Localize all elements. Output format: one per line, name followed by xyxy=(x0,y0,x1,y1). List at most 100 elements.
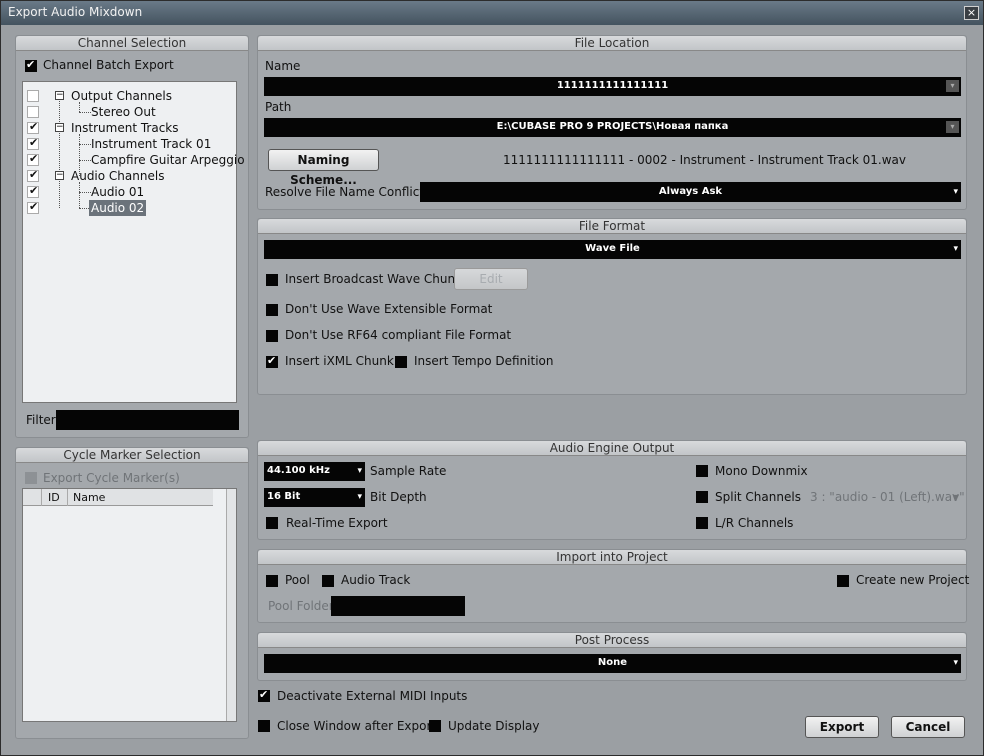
split-channels-checkbox[interactable] xyxy=(696,491,708,503)
tree-checkbox-instrument-track-01[interactable] xyxy=(27,136,39,150)
title-bar[interactable]: Export Audio Mixdown × xyxy=(1,1,983,25)
tree-item-audio-channels[interactable]: Audio Channels xyxy=(71,169,164,183)
collapse-icon[interactable]: − xyxy=(55,91,64,100)
rf64-label: Don't Use RF64 compliant File Format xyxy=(285,328,512,342)
resolve-conflicts-value: Always Ask xyxy=(658,186,723,197)
wave-extensible-label: Don't Use Wave Extensible Format xyxy=(285,302,493,316)
collapse-icon[interactable]: − xyxy=(55,171,64,180)
file-name-preview: 1111111111111111 - 0002 - Instrument - I… xyxy=(503,153,907,167)
edit-button[interactable]: Edit xyxy=(454,268,528,290)
dropdown-arrow-icon: ▾ xyxy=(953,187,958,197)
update-display-label: Update Display xyxy=(448,719,540,733)
pool-label: Pool xyxy=(285,573,310,587)
cycle-marker-header: Cycle Marker Selection xyxy=(16,448,248,463)
file-location-panel: File Location Name 1111111111111111 ▾ Pa… xyxy=(257,35,967,210)
filter-input[interactable] xyxy=(56,410,239,430)
tree-item-campfire-guitar-arpeggio[interactable]: Campfire Guitar Arpeggio xyxy=(91,153,245,167)
tree-item-instrument-track-01[interactable]: Instrument Track 01 xyxy=(91,137,211,151)
export-button[interactable]: Export xyxy=(805,716,879,738)
mono-downmix-checkbox[interactable] xyxy=(696,465,708,477)
channel-batch-export-label: Channel Batch Export xyxy=(43,58,174,72)
file-location-header: File Location xyxy=(258,36,966,51)
import-project-header: Import into Project xyxy=(258,550,966,565)
tempo-definition-checkbox[interactable] xyxy=(395,356,407,368)
sample-rate-dropdown[interactable]: 44.100 kHz ▾ xyxy=(264,462,365,481)
bit-depth-dropdown[interactable]: 16 Bit ▾ xyxy=(264,488,365,507)
post-process-panel: Post Process None ▾ xyxy=(257,632,967,681)
lr-channels-checkbox[interactable] xyxy=(696,517,708,529)
split-channels-label: Split Channels xyxy=(715,490,801,504)
cycle-marker-list[interactable]: ID Name xyxy=(22,488,237,722)
deactivate-midi-label: Deactivate External MIDI Inputs xyxy=(277,689,468,703)
tree-item-stereo-out[interactable]: Stereo Out xyxy=(91,105,156,119)
export-cycle-markers-label: Export Cycle Marker(s) xyxy=(43,471,180,485)
dropdown-arrow-icon[interactable]: ▾ xyxy=(946,80,959,92)
tree-checkbox-campfire-guitar[interactable] xyxy=(27,152,39,166)
column-id[interactable]: ID xyxy=(48,491,60,504)
resolve-conflicts-dropdown[interactable]: Always Ask ▾ xyxy=(420,182,961,202)
ixml-chunk-label: Insert iXML Chunk xyxy=(285,354,394,368)
tree-item-audio-02[interactable]: Audio 02 xyxy=(89,200,147,216)
dropdown-arrow-icon[interactable]: ▾ xyxy=(953,490,959,504)
tempo-definition-label: Insert Tempo Definition xyxy=(414,354,554,368)
bit-depth-value: 16 Bit xyxy=(267,491,301,502)
close-after-export-checkbox[interactable] xyxy=(258,720,270,732)
pool-checkbox[interactable] xyxy=(266,575,278,587)
tree-item-instrument-tracks[interactable]: Instrument Tracks xyxy=(71,121,179,135)
window-title: Export Audio Mixdown xyxy=(8,5,143,19)
create-new-project-checkbox[interactable] xyxy=(837,575,849,587)
filter-label: Filter xyxy=(26,413,56,427)
list-header: ID Name xyxy=(23,489,213,506)
dropdown-arrow-icon: ▾ xyxy=(953,244,958,254)
name-input[interactable]: 1111111111111111 ▾ xyxy=(264,77,961,96)
channel-selection-header: Channel Selection xyxy=(16,36,248,51)
export-cycle-markers-checkbox[interactable] xyxy=(25,472,37,484)
post-process-header: Post Process xyxy=(258,633,966,648)
audio-track-label: Audio Track xyxy=(341,573,411,587)
broadcast-wave-checkbox[interactable] xyxy=(266,274,278,286)
rf64-checkbox[interactable] xyxy=(266,330,278,342)
pool-folder-label: Pool Folder xyxy=(268,599,334,613)
path-input[interactable]: E:\CUBASE PRO 9 PROJECTS\Новая папка ▾ xyxy=(264,118,961,137)
channel-tree[interactable]: − Output Channels Stereo Out − Instrumen… xyxy=(22,81,245,403)
realtime-export-label: Real-Time Export xyxy=(286,516,388,530)
close-after-export-label: Close Window after Export xyxy=(277,719,437,733)
file-format-value: Wave File xyxy=(585,243,640,254)
tree-checkbox-audio-01[interactable] xyxy=(27,184,39,198)
deactivate-midi-checkbox[interactable] xyxy=(258,688,270,702)
tree-checkbox-stereo-out[interactable] xyxy=(27,106,39,118)
tree-checkbox-audio-channels[interactable] xyxy=(27,168,39,182)
post-process-dropdown[interactable]: None ▾ xyxy=(264,654,961,673)
dropdown-arrow-icon: ▾ xyxy=(357,466,362,476)
file-format-header: File Format xyxy=(258,219,966,234)
path-label: Path xyxy=(265,100,292,114)
tree-checkbox-instrument-tracks[interactable] xyxy=(27,120,39,134)
list-scrollbar[interactable] xyxy=(226,489,236,721)
dropdown-arrow-icon[interactable]: ▾ xyxy=(946,121,959,133)
pool-folder-input[interactable] xyxy=(331,596,465,616)
ixml-chunk-checkbox[interactable] xyxy=(266,354,278,368)
realtime-export-checkbox[interactable] xyxy=(266,517,278,529)
update-display-checkbox[interactable] xyxy=(429,720,441,732)
audio-track-checkbox[interactable] xyxy=(322,575,334,587)
wave-extensible-checkbox[interactable] xyxy=(266,304,278,316)
tree-item-audio-01[interactable]: Audio 01 xyxy=(91,185,144,199)
split-channels-value[interactable]: 3 : "audio - 01 (Left).wav" xyxy=(810,490,965,504)
bit-depth-label: Bit Depth xyxy=(370,490,427,504)
name-label: Name xyxy=(265,59,301,73)
tree-item-output-channels[interactable]: Output Channels xyxy=(71,89,172,103)
tree-checkbox-audio-02[interactable] xyxy=(27,200,39,214)
sample-rate-label: Sample Rate xyxy=(370,464,447,478)
cycle-marker-panel: Cycle Marker Selection Export Cycle Mark… xyxy=(15,447,249,739)
file-format-dropdown[interactable]: Wave File ▾ xyxy=(264,240,961,259)
close-icon[interactable]: × xyxy=(964,6,979,20)
cancel-button[interactable]: Cancel xyxy=(891,716,965,738)
channel-batch-export-checkbox[interactable] xyxy=(25,58,37,72)
import-project-panel: Import into Project Pool Audio Track Cre… xyxy=(257,549,969,623)
audio-engine-header: Audio Engine Output xyxy=(258,441,966,456)
naming-scheme-button[interactable]: Naming Scheme... xyxy=(268,149,379,187)
name-value: 1111111111111111 xyxy=(556,80,669,91)
tree-checkbox-output-channels[interactable] xyxy=(27,90,39,102)
column-name[interactable]: Name xyxy=(73,491,105,504)
collapse-icon[interactable]: − xyxy=(55,123,64,132)
